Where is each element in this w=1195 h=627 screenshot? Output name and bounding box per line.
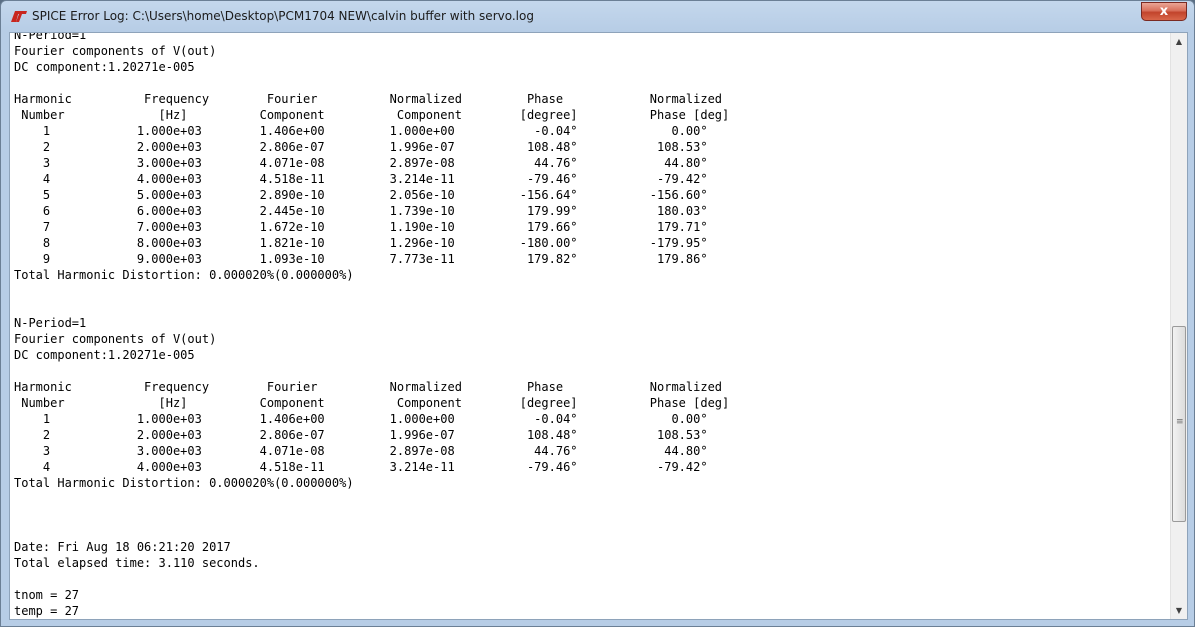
scroll-grip-icon: ≡ (1176, 417, 1184, 427)
log-line: DC component:1.20271e-005 (14, 60, 195, 74)
log-line: Total elapsed time: 3.110 seconds. (14, 556, 260, 570)
log-line: Date: Fri Aug 18 06:21:20 2017 (14, 540, 231, 554)
log-line: 5 5.000e+03 2.890e-10 2.056e-10 -156.64°… (14, 188, 708, 202)
log-line: 3 3.000e+03 4.071e-08 2.897e-08 44.76° 4… (14, 444, 708, 458)
log-line: 9 9.000e+03 1.093e-10 7.773e-11 179.82° … (14, 252, 708, 266)
log-line: 8 8.000e+03 1.821e-10 1.296e-10 -180.00°… (14, 236, 708, 250)
log-line: 1 1.000e+03 1.406e+00 1.000e+00 -0.04° 0… (14, 124, 708, 138)
log-line: DC component:1.20271e-005 (14, 348, 195, 362)
log-line: Total Harmonic Distortion: 0.000020%(0.0… (14, 268, 354, 282)
log-line: Number [Hz] Component Component [degree]… (14, 396, 730, 410)
scrollbar-thumb[interactable]: ≡ (1172, 326, 1186, 522)
log-line: 2 2.000e+03 2.806e-07 1.996e-07 108.48° … (14, 428, 708, 442)
log-line: Harmonic Frequency Fourier Normalized Ph… (14, 380, 723, 394)
log-text-area[interactable]: N-Period=1 Fourier components of V(out) DC… (9, 32, 1188, 620)
log-line: Fourier components of V(out) (14, 332, 217, 346)
log-line: Harmonic Frequency Fourier Normalized Ph… (14, 92, 723, 106)
log-line: N-Period=1 (14, 32, 87, 42)
log-window: SPICE Error Log: C:\Users\home\Desktop\P… (0, 0, 1195, 627)
log-line: 3 3.000e+03 4.071e-08 2.897e-08 44.76° 4… (14, 156, 708, 170)
close-icon: x (1159, 4, 1169, 19)
log-line: 4 4.000e+03 4.518e-11 3.214e-11 -79.46° … (14, 460, 708, 474)
log-line: Fourier components of V(out) (14, 44, 217, 58)
ltspice-logo-icon (11, 11, 27, 22)
vertical-scrollbar[interactable]: ▲ ≡ ▼ (1170, 33, 1187, 619)
log-line: 7 7.000e+03 1.672e-10 1.190e-10 179.66° … (14, 220, 708, 234)
log-line: Total Harmonic Distortion: 0.000020%(0.0… (14, 476, 354, 490)
title-bar[interactable]: SPICE Error Log: C:\Users\home\Desktop\P… (1, 1, 1194, 32)
log-line: 4 4.000e+03 4.518e-11 3.214e-11 -79.46° … (14, 172, 708, 186)
window-title: SPICE Error Log: C:\Users\home\Desktop\P… (32, 9, 534, 23)
scroll-down-arrow-icon[interactable]: ▼ (1171, 602, 1187, 619)
log-line: N-Period=1 (14, 316, 87, 330)
log-line: 2 2.000e+03 2.806e-07 1.996e-07 108.48° … (14, 140, 708, 154)
log-line: 1 1.000e+03 1.406e+00 1.000e+00 -0.04° 0… (14, 412, 708, 426)
log-line: Number [Hz] Component Component [degree]… (14, 108, 730, 122)
log-line: tnom = 27 (14, 588, 80, 602)
log-content: N-Period=1 Fourier components of V(out) DC… (14, 32, 730, 619)
scroll-up-arrow-icon[interactable]: ▲ (1171, 33, 1187, 50)
log-line: 6 6.000e+03 2.445e-10 1.739e-10 179.99° … (14, 204, 708, 218)
close-button[interactable]: x (1141, 2, 1187, 21)
log-line: temp = 27 (14, 604, 80, 618)
